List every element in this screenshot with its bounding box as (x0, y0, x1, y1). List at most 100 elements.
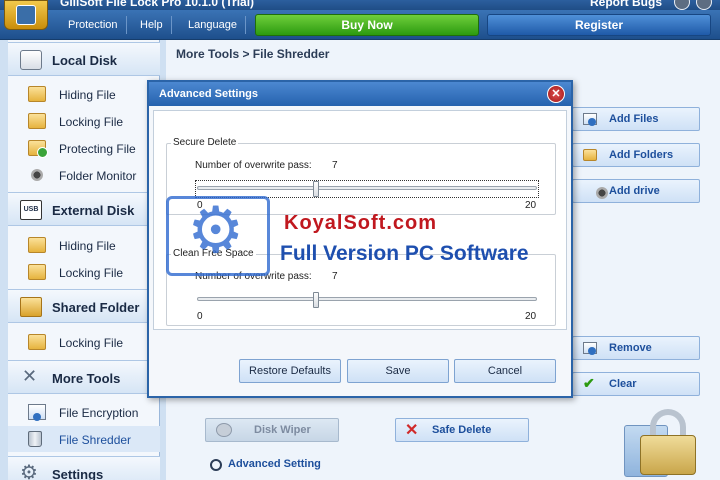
minimize-icon[interactable] (674, 0, 690, 10)
remove-button[interactable]: Remove (572, 336, 700, 360)
slider-track (197, 297, 537, 301)
breadcrumb: More Tools > File Shredder (176, 47, 330, 61)
dialog-title: Advanced Settings (159, 88, 259, 100)
report-bugs-link[interactable]: Report Bugs (590, 0, 662, 9)
sidebar-item-label: File Encryption (59, 406, 139, 420)
section-settings[interactable]: Settings (8, 456, 160, 480)
add-drive-icon (596, 187, 608, 199)
section-external-disk[interactable]: USB External Disk (8, 192, 160, 226)
pass-value: 7 (332, 271, 338, 282)
usb-icon: USB (20, 200, 42, 220)
sidebar-item-protecting-file[interactable]: Protecting File (8, 135, 160, 161)
slider-min-label: 0 (197, 311, 203, 322)
lock-folder-icon (28, 264, 46, 280)
close-window-icon[interactable] (696, 0, 712, 10)
menu-bar: Protection Help Language Buy Now Registe… (0, 10, 720, 40)
section-label: Shared Folder (52, 300, 140, 315)
tools-icon (20, 366, 42, 388)
button-label: Add drive (609, 185, 660, 197)
sidebar-item-label: File Shredder (59, 433, 132, 447)
sidebar-item-label: Locking File (59, 115, 124, 129)
title-bar: GiliSoft File Lock Pro 10.1.0 (Trial) Re… (0, 0, 720, 10)
sidebar-item-label: Locking File (59, 266, 124, 280)
sidebar-item-file-shredder[interactable]: File Shredder (8, 426, 160, 452)
button-label: Safe Delete (432, 424, 492, 436)
lock-folder-icon (28, 334, 46, 350)
clean-free-space-group: Clean Free Space Number of overwrite pas… (166, 248, 556, 326)
disk-wiper-button[interactable]: Disk Wiper (205, 418, 339, 442)
section-label: External Disk (52, 203, 135, 218)
cancel-button[interactable]: Cancel (454, 359, 556, 383)
clear-button[interactable]: ✔ Clear (572, 372, 700, 396)
pass-value: 7 (332, 160, 338, 171)
app-logo-icon (4, 0, 48, 30)
disk-wiper-icon (216, 423, 232, 437)
add-file-icon (583, 113, 597, 126)
buy-now-button[interactable]: Buy Now (255, 14, 479, 36)
monitor-icon (31, 169, 43, 181)
shredder-bin-icon (28, 431, 42, 447)
section-label: Local Disk (52, 53, 118, 68)
section-label: More Tools (52, 371, 121, 386)
link-label: Advanced Setting (228, 458, 321, 470)
sidebar-item-locking-file[interactable]: Locking File (8, 108, 160, 134)
slider-max-label: 20 (525, 200, 537, 211)
slider-min-label: 0 (197, 200, 203, 211)
sidebar-item-label: Folder Monitor (59, 169, 137, 183)
hide-folder-icon (28, 86, 46, 102)
sidebar-item-label: Hiding File (59, 239, 116, 253)
sidebar-item-shared-locking-file[interactable]: Locking File (8, 329, 160, 355)
pass-label: Number of overwrite pass: (195, 160, 312, 171)
clear-check-icon: ✔ (583, 375, 595, 391)
section-local-disk[interactable]: Local Disk (8, 42, 160, 76)
sidebar: Local Disk Hiding File Locking File Prot… (8, 40, 160, 480)
pass-label: Number of overwrite pass: (195, 271, 312, 282)
menu-help[interactable]: Help (132, 16, 172, 34)
dialog-title-bar: Advanced Settings ✕ (149, 82, 571, 106)
search-settings-icon (210, 459, 222, 471)
secure-delete-group: Secure Delete Number of overwrite pass: … (166, 137, 556, 215)
sidebar-item-ext-locking-file[interactable]: Locking File (8, 259, 160, 285)
button-label: Add Folders (609, 149, 674, 161)
delete-x-icon: ✕ (405, 422, 419, 439)
secure-delete-slider[interactable] (195, 180, 539, 198)
local-disk-icon (20, 50, 42, 70)
button-label: Disk Wiper (254, 424, 311, 436)
group-title: Secure Delete (171, 137, 239, 148)
window-title: GiliSoft File Lock Pro 10.1.0 (Trial) (60, 0, 255, 9)
slider-thumb[interactable] (313, 181, 319, 197)
advanced-settings-dialog: Advanced Settings ✕ Secure Delete Number… (147, 80, 573, 398)
menu-protection[interactable]: Protection (60, 16, 127, 34)
sidebar-item-label: Hiding File (59, 88, 116, 102)
protect-folder-icon (28, 140, 48, 158)
hide-folder-icon (28, 237, 46, 253)
dialog-body: Secure Delete Number of overwrite pass: … (153, 110, 567, 330)
sidebar-item-hiding-file[interactable]: Hiding File (8, 81, 160, 107)
dialog-close-icon[interactable]: ✕ (547, 85, 565, 103)
add-drive-button[interactable]: Add drive (572, 179, 700, 203)
sidebar-item-label: Protecting File (59, 142, 136, 156)
sidebar-item-file-encryption[interactable]: File Encryption (8, 399, 160, 425)
restore-defaults-button[interactable]: Restore Defaults (239, 359, 341, 383)
remove-file-icon (583, 342, 597, 355)
settings-gear-icon (20, 460, 42, 480)
shared-folder-icon (20, 297, 42, 317)
section-more-tools[interactable]: More Tools (8, 360, 160, 394)
register-button[interactable]: Register (487, 14, 711, 36)
menu-language[interactable]: Language (180, 16, 246, 34)
slider-thumb[interactable] (313, 292, 319, 308)
sidebar-item-ext-hiding-file[interactable]: Hiding File (8, 232, 160, 258)
slider-track (197, 186, 537, 190)
lock-folder-decoration-icon (624, 405, 700, 477)
clean-free-space-slider[interactable] (197, 292, 537, 308)
button-label: Clear (609, 378, 637, 390)
group-title: Clean Free Space (171, 248, 256, 259)
button-label: Remove (609, 342, 652, 354)
save-button[interactable]: Save (347, 359, 449, 383)
button-label: Add Files (609, 113, 659, 125)
safe-delete-button[interactable]: ✕ Safe Delete (395, 418, 529, 442)
add-files-button[interactable]: Add Files (572, 107, 700, 131)
add-folders-button[interactable]: Add Folders (572, 143, 700, 167)
sidebar-item-folder-monitor[interactable]: Folder Monitor (8, 162, 160, 188)
section-shared-folder[interactable]: Shared Folder (8, 289, 160, 323)
